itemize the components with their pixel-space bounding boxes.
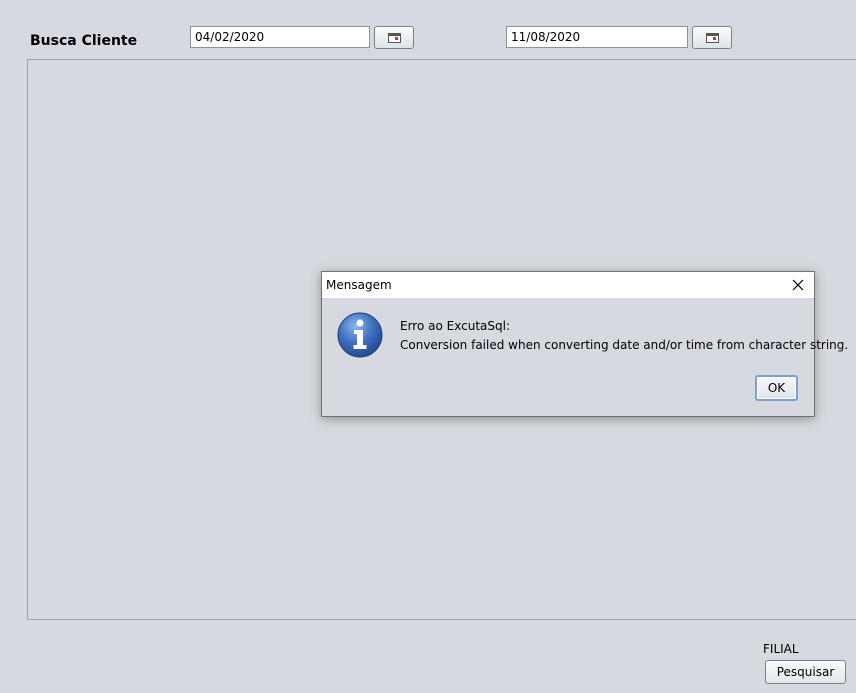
calendar-icon xyxy=(705,32,719,43)
dialog-message-detail: Conversion failed when converting date a… xyxy=(400,338,849,352)
ok-button[interactable]: OK xyxy=(755,375,798,401)
date-from-calendar-button[interactable] xyxy=(374,26,414,49)
info-icon xyxy=(337,312,383,358)
calendar-icon xyxy=(387,32,401,43)
dialog-titlebar[interactable]: Mensagem xyxy=(322,272,814,298)
filial-label: FILIAL xyxy=(763,642,799,656)
date-from-field[interactable]: 04/02/2020 xyxy=(190,26,370,48)
dialog-message-title: Erro ao ExcutaSql: xyxy=(400,319,510,333)
dialog-title: Mensagem xyxy=(326,278,392,292)
close-icon[interactable] xyxy=(786,274,810,296)
search-button[interactable]: Pesquisar xyxy=(765,660,846,684)
date-to-field[interactable]: 11/08/2020 xyxy=(506,26,688,48)
message-dialog: Mensagem Erro ao ExcutaSql: Conversion f… xyxy=(321,271,848,417)
page-title: Busca Cliente xyxy=(30,33,138,49)
date-to-calendar-button[interactable] xyxy=(692,26,732,49)
